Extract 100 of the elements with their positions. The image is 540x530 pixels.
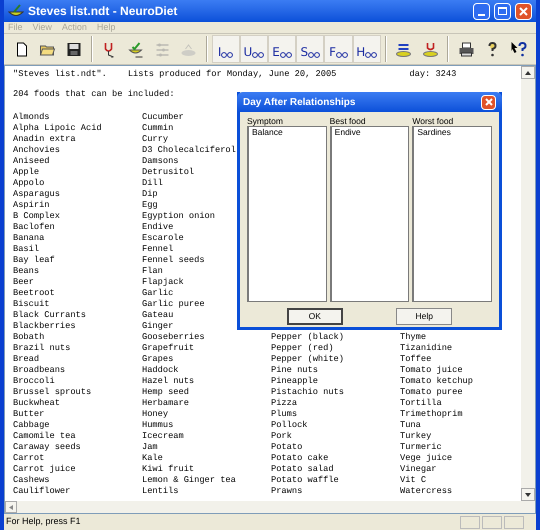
food-item: Gooseberries	[142, 332, 206, 343]
food-item: Potato salad	[271, 464, 335, 475]
food-item: Kiwi fruit	[142, 464, 196, 475]
help-button[interactable]: Help	[396, 308, 452, 325]
food-item: Hummus	[142, 420, 174, 431]
food-item: Almonds	[13, 112, 50, 123]
food-item: Cauliflower	[13, 486, 72, 497]
list-box[interactable]: Balance	[247, 126, 327, 302]
glasses-icon	[221, 52, 234, 58]
glasses-icon	[365, 52, 378, 58]
stethoscope-bowl-icon	[422, 40, 439, 58]
list-item[interactable]: Balance	[252, 127, 323, 138]
list-box[interactable]: Sardines	[412, 126, 492, 302]
food-item: Flapjack	[142, 277, 185, 288]
food-item: Pineapple	[271, 376, 319, 387]
up-arrow-icon	[525, 70, 531, 74]
toolbar-button[interactable]: U	[240, 35, 268, 63]
food-item: Tomato ketchup	[400, 376, 474, 387]
food-item: Aspirin	[13, 200, 50, 211]
food-item: Camomile tea	[13, 431, 77, 442]
food-item: Watercress	[400, 486, 454, 497]
food-item: Caraway seeds	[13, 442, 82, 453]
column-header: Best food	[330, 115, 367, 126]
food-item: Dip	[142, 189, 159, 200]
food-item: Honey	[142, 409, 170, 420]
food-item: Lentils	[142, 486, 180, 497]
scroll-down-button[interactable]	[521, 488, 535, 501]
scroll-up-button[interactable]	[521, 66, 535, 79]
status-pane	[504, 516, 524, 528]
food-item: Baclofen	[13, 222, 56, 233]
bowl-icon	[8, 4, 24, 18]
food-item: Plums	[271, 409, 298, 420]
toolbar-button[interactable]: F	[324, 35, 353, 63]
food-item: Pizza	[271, 398, 298, 409]
food-item: Apple	[13, 167, 40, 178]
close-button[interactable]	[481, 94, 496, 110]
food-item: Grapes	[142, 354, 174, 365]
food-item: Beer	[13, 277, 35, 288]
food-item: Trimethoprim	[400, 409, 464, 420]
food-item: Pepper (red)	[271, 343, 335, 354]
food-item: Beans	[13, 266, 40, 277]
left-arrow-icon	[9, 504, 13, 510]
minimize-button[interactable]	[473, 2, 490, 20]
food-item: Flan	[142, 266, 164, 277]
food-item: B Complex	[13, 211, 61, 222]
status-pane	[482, 516, 502, 528]
food-item: Egg	[142, 200, 159, 211]
food-item: Tuna	[400, 420, 422, 431]
vertical-scrollbar[interactable]	[521, 66, 535, 513]
food-item: Detrusitol	[142, 167, 196, 178]
food-item: Toffee	[400, 354, 432, 365]
food-item: Lemon & Ginger tea	[142, 475, 237, 486]
window-title: Steves list.ndt - NeuroDiet	[28, 3, 178, 20]
document-text: "Steves list.ndt".	[13, 69, 107, 80]
food-item: Brussel sprouts	[13, 387, 92, 398]
document-text: Lists produced for Monday, June 20, 2005	[128, 69, 336, 80]
food-item: Butter	[13, 409, 46, 420]
food-item: Alpha Lipoic Acid	[13, 123, 103, 134]
ok-button[interactable]: OK	[286, 308, 343, 325]
close-icon	[484, 98, 492, 106]
food-item: Anadin extra	[13, 134, 77, 145]
scroll-left-button[interactable]	[5, 501, 17, 513]
food-item: Fennel	[142, 244, 174, 255]
food-item: Beetroot	[13, 288, 56, 299]
pointer-question-icon	[510, 40, 528, 58]
food-item: Black Currants	[13, 310, 87, 321]
food-item: Turmeric	[400, 442, 443, 453]
column-header: Symptom	[247, 115, 284, 126]
status-text: For Help, press F1	[5, 515, 82, 528]
food-item: Banana	[13, 233, 46, 244]
food-item: Grapefruit	[142, 343, 196, 354]
food-item: Blackberries	[13, 321, 77, 332]
toolbar-button[interactable]: H	[352, 35, 381, 63]
list-box[interactable]: Endive	[330, 126, 410, 302]
food-item: Bread	[13, 354, 40, 365]
food-item: Damsons	[142, 156, 180, 167]
food-item: Pollock	[271, 420, 308, 431]
close-button[interactable]	[515, 2, 532, 20]
toolbar-button[interactable]: S	[296, 35, 324, 63]
food-item: Icecream	[142, 431, 185, 442]
food-item: Garlic puree	[142, 299, 206, 310]
toolbar-button[interactable]: E	[268, 35, 296, 63]
food-item: Asparagus	[13, 189, 61, 200]
glasses-icon	[336, 52, 348, 58]
food-item: Buckwheat	[13, 398, 61, 409]
food-item: Anchovies	[13, 145, 61, 156]
toolbar-button[interactable]: I	[212, 35, 240, 63]
food-item: Basil	[13, 244, 40, 255]
food-item: Carrot	[13, 453, 46, 464]
food-item: Pork	[271, 431, 293, 442]
list-item[interactable]: Endive	[334, 127, 406, 138]
food-item: Jam	[142, 442, 159, 453]
glasses-icon	[308, 52, 320, 58]
food-item: Bay leaf	[13, 255, 56, 266]
maximize-button[interactable]	[494, 2, 511, 20]
list-item[interactable]: Sardines	[417, 127, 488, 138]
food-item: Pepper (black)	[271, 332, 345, 343]
food-item: Cashews	[13, 475, 50, 486]
food-item: Haddock	[142, 365, 180, 376]
column-header: Worst food	[412, 115, 454, 126]
